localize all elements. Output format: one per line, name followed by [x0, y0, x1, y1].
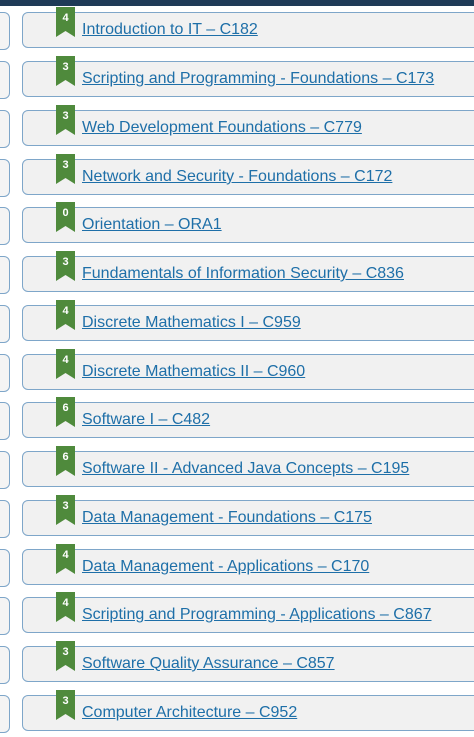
course-row: 3 Fundamentals of Information Security –…	[0, 251, 474, 294]
course-link[interactable]: Software Quality Assurance – C857	[82, 654, 335, 674]
course-row: 4 Discrete Mathematics II – C960	[0, 349, 474, 392]
course-row: 4 Data Management - Applications – C170	[0, 544, 474, 587]
course-link[interactable]: Scripting and Programming - Applications…	[82, 605, 432, 625]
units-count: 3	[62, 695, 69, 707]
units-badge-icon: 4	[56, 544, 75, 574]
units-count: 3	[62, 110, 69, 122]
units-badge-icon: 3	[56, 154, 75, 184]
units-count: 6	[62, 451, 69, 463]
course-row: 6 Software I – C482	[0, 397, 474, 440]
course-link[interactable]: Data Management - Applications – C170	[82, 557, 369, 577]
units-badge-icon: 3	[56, 56, 75, 86]
units-badge-icon: 4	[56, 349, 75, 379]
adjacent-card	[0, 354, 10, 392]
units-count: 3	[62, 646, 69, 658]
adjacent-card	[0, 695, 10, 733]
course-row: 3 Computer Architecture – C952	[0, 690, 474, 733]
units-count: 4	[62, 597, 69, 609]
course-link[interactable]: Orientation – ORA1	[82, 215, 222, 235]
units-count: 4	[62, 354, 69, 366]
adjacent-card	[0, 402, 10, 440]
units-badge-icon: 6	[56, 397, 75, 427]
units-badge-icon: 4	[56, 300, 75, 330]
units-badge-icon: 3	[56, 641, 75, 671]
adjacent-card	[0, 256, 10, 294]
adjacent-card	[0, 159, 10, 197]
units-count: 4	[62, 305, 69, 317]
course-row: 4 Introduction to IT – C182	[0, 7, 474, 50]
course-row: 3 Web Development Foundations – C779	[0, 105, 474, 148]
course-link[interactable]: Data Management - Foundations – C175	[82, 508, 372, 528]
course-row: 3 Scripting and Programming - Foundation…	[0, 56, 474, 99]
units-count: 0	[62, 207, 69, 219]
units-count: 3	[62, 159, 69, 171]
course-list: 4 Introduction to IT – C182 3 Scripting …	[0, 0, 474, 737]
adjacent-card	[0, 549, 10, 587]
adjacent-card	[0, 451, 10, 489]
units-badge-icon: 3	[56, 690, 75, 720]
adjacent-card	[0, 646, 10, 684]
course-link[interactable]: Introduction to IT – C182	[82, 20, 258, 40]
course-link[interactable]: Discrete Mathematics II – C960	[82, 362, 305, 382]
course-link[interactable]: Web Development Foundations – C779	[82, 118, 362, 138]
units-count: 4	[62, 549, 69, 561]
adjacent-card	[0, 500, 10, 538]
course-link[interactable]: Discrete Mathematics I – C959	[82, 313, 301, 333]
units-badge-icon: 3	[56, 495, 75, 525]
course-row: 3 Network and Security - Foundations – C…	[0, 154, 474, 197]
units-count: 3	[62, 256, 69, 268]
adjacent-card	[0, 110, 10, 148]
course-row: 3 Data Management - Foundations – C175	[0, 495, 474, 538]
course-link[interactable]: Computer Architecture – C952	[82, 703, 297, 723]
course-link[interactable]: Network and Security - Foundations – C17…	[82, 167, 392, 187]
units-badge-icon: 3	[56, 105, 75, 135]
units-badge-icon: 3	[56, 251, 75, 281]
adjacent-card	[0, 207, 10, 245]
adjacent-card	[0, 597, 10, 635]
units-count: 3	[62, 61, 69, 73]
units-count: 3	[62, 500, 69, 512]
adjacent-card	[0, 12, 10, 50]
adjacent-card	[0, 305, 10, 343]
adjacent-card	[0, 61, 10, 99]
course-row: 4 Scripting and Programming - Applicatio…	[0, 592, 474, 635]
units-count: 6	[62, 402, 69, 414]
units-badge-icon: 4	[56, 592, 75, 622]
course-link[interactable]: Scripting and Programming - Foundations …	[82, 69, 434, 89]
course-link[interactable]: Software I – C482	[82, 410, 210, 430]
course-link[interactable]: Software II - Advanced Java Concepts – C…	[82, 459, 409, 479]
course-row: 0 Orientation – ORA1	[0, 202, 474, 245]
units-badge-icon: 0	[56, 202, 75, 232]
units-badge-icon: 4	[56, 7, 75, 37]
course-row: 4 Discrete Mathematics I – C959	[0, 300, 474, 343]
course-row: 6 Software II - Advanced Java Concepts –…	[0, 446, 474, 489]
units-count: 4	[62, 12, 69, 24]
course-link[interactable]: Fundamentals of Information Security – C…	[82, 264, 404, 284]
course-row: 3 Software Quality Assurance – C857	[0, 641, 474, 684]
units-badge-icon: 6	[56, 446, 75, 476]
